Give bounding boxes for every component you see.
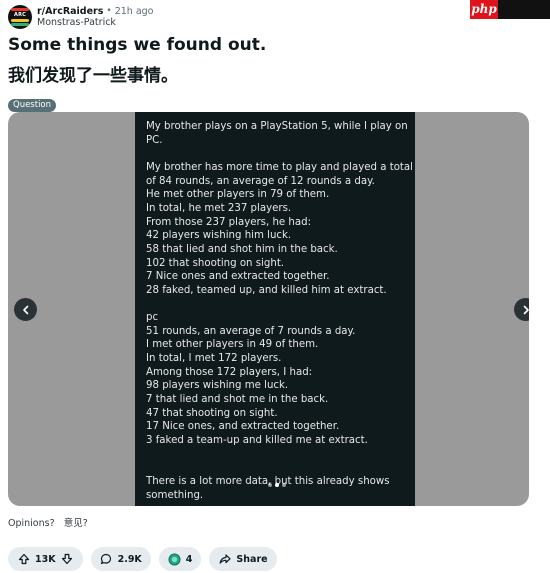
gallery-text-line: 7 that lied and shot me in the back.	[146, 394, 329, 406]
gallery-blank-line	[146, 298, 405, 312]
gallery-image: My brother plays on a PlayStation 5, whi…	[135, 112, 415, 506]
comments-button[interactable]: 2.9K	[90, 547, 151, 571]
gallery-next-button[interactable]	[514, 298, 529, 321]
gallery-text-line: I met other players in 49 of them.	[146, 339, 319, 351]
avatar-stripe-yellow	[11, 19, 29, 22]
gallery-text-line: something.	[146, 489, 204, 501]
gallery-text-line: 17 Nice ones, and extracted together.	[146, 421, 340, 433]
subreddit-name[interactable]: r/ArcRaiders	[37, 6, 103, 17]
pagination-dot[interactable]	[282, 483, 286, 487]
gallery-text-line: In total, he met 237 players.	[146, 202, 292, 214]
pagination-dot-active[interactable]	[275, 483, 279, 487]
gallery-text-line: He met other players in 79 of them.	[146, 189, 330, 201]
share-arrow-icon	[218, 553, 231, 566]
gallery-text-line: 51 rounds, an average of 7 rounds a day.	[146, 325, 356, 337]
gallery-text-line: 7 Nice ones and extracted together.	[146, 271, 330, 283]
comment-count: 2.9K	[117, 553, 142, 565]
post-author[interactable]: Monstras-Patrick	[37, 17, 154, 28]
post-title-translation: 我们发现了一些事情。	[8, 66, 178, 86]
gallery-blank-line	[146, 448, 405, 462]
post-time: 21h ago	[114, 6, 154, 17]
vote-pill: 13K	[8, 547, 83, 571]
action-bar: 13K 2.9K 4 Share	[8, 547, 277, 571]
gallery-text-line: From those 237 players, he had:	[146, 216, 312, 228]
gallery-text-line: PC.	[146, 134, 163, 146]
avatar-text: ARC	[14, 12, 26, 18]
gallery-text-line: pc	[146, 312, 159, 324]
watermark-logo: php	[470, 0, 498, 19]
gallery-text-line: My brother has more time to play and pla…	[146, 161, 413, 173]
share-button[interactable]: Share	[209, 547, 277, 571]
post-body-text: Opinions? 意见?	[8, 518, 88, 529]
gallery-text-line: In total, I met 172 players.	[146, 353, 282, 365]
avatar-stripe-green	[11, 23, 29, 26]
gallery-blank-line	[146, 461, 405, 475]
gallery-text-line: 42 players wishing him luck.	[146, 230, 292, 242]
post-title: Some things we found out.	[8, 35, 267, 55]
image-gallery[interactable]: My brother plays on a PlayStation 5, whi…	[8, 112, 529, 506]
post-flair[interactable]: Question	[8, 99, 57, 112]
gallery-text-line: Among those 172 players, I had:	[146, 366, 313, 378]
meta-separator: •	[106, 6, 112, 16]
php-watermark: php	[470, 0, 550, 19]
post-meta: r/ArcRaiders • 21h ago Monstras-Patrick	[37, 6, 154, 28]
gallery-text-line: 47 that shooting on sight.	[146, 407, 278, 419]
pagination-dot[interactable]	[268, 483, 272, 487]
gallery-text-line: 3 faked a team-up and killed me at extra…	[146, 435, 368, 447]
gallery-text-line: 102 that shooting on sight.	[146, 257, 285, 269]
avatar-stripe-red	[11, 8, 29, 11]
gallery-text-line: 98 players wishing me luck.	[146, 380, 289, 392]
award-button[interactable]: 4	[158, 547, 202, 571]
gallery-text-line: 28 faked, teamed up, and killed him at e…	[146, 284, 387, 296]
gallery-text-line: 58 that lied and shot him in the back.	[146, 243, 338, 255]
post-header: ARC r/ArcRaiders • 21h ago Monstras-Patr…	[8, 5, 428, 29]
gallery-blank-line	[146, 147, 405, 161]
watermark-bar	[498, 0, 550, 19]
vote-count: 13K	[35, 553, 56, 565]
gallery-pagination	[268, 483, 286, 487]
award-count: 4	[185, 553, 193, 565]
arrow-down-icon[interactable]	[61, 553, 74, 566]
gallery-text-line: My brother plays on a PlayStation 5, whi…	[146, 121, 408, 132]
arrow-up-icon[interactable]	[17, 553, 30, 566]
chevron-right-icon	[519, 303, 529, 316]
share-label: Share	[236, 553, 268, 565]
meta-top-row: r/ArcRaiders • 21h ago	[37, 6, 154, 17]
chevron-left-icon	[19, 303, 32, 316]
gallery-text-line: of 84 rounds, an average of 12 rounds a …	[146, 175, 375, 187]
gallery-prev-button[interactable]	[14, 298, 37, 321]
award-icon	[168, 553, 181, 566]
subreddit-avatar[interactable]: ARC	[8, 5, 32, 29]
comment-bubble-icon	[100, 553, 113, 566]
